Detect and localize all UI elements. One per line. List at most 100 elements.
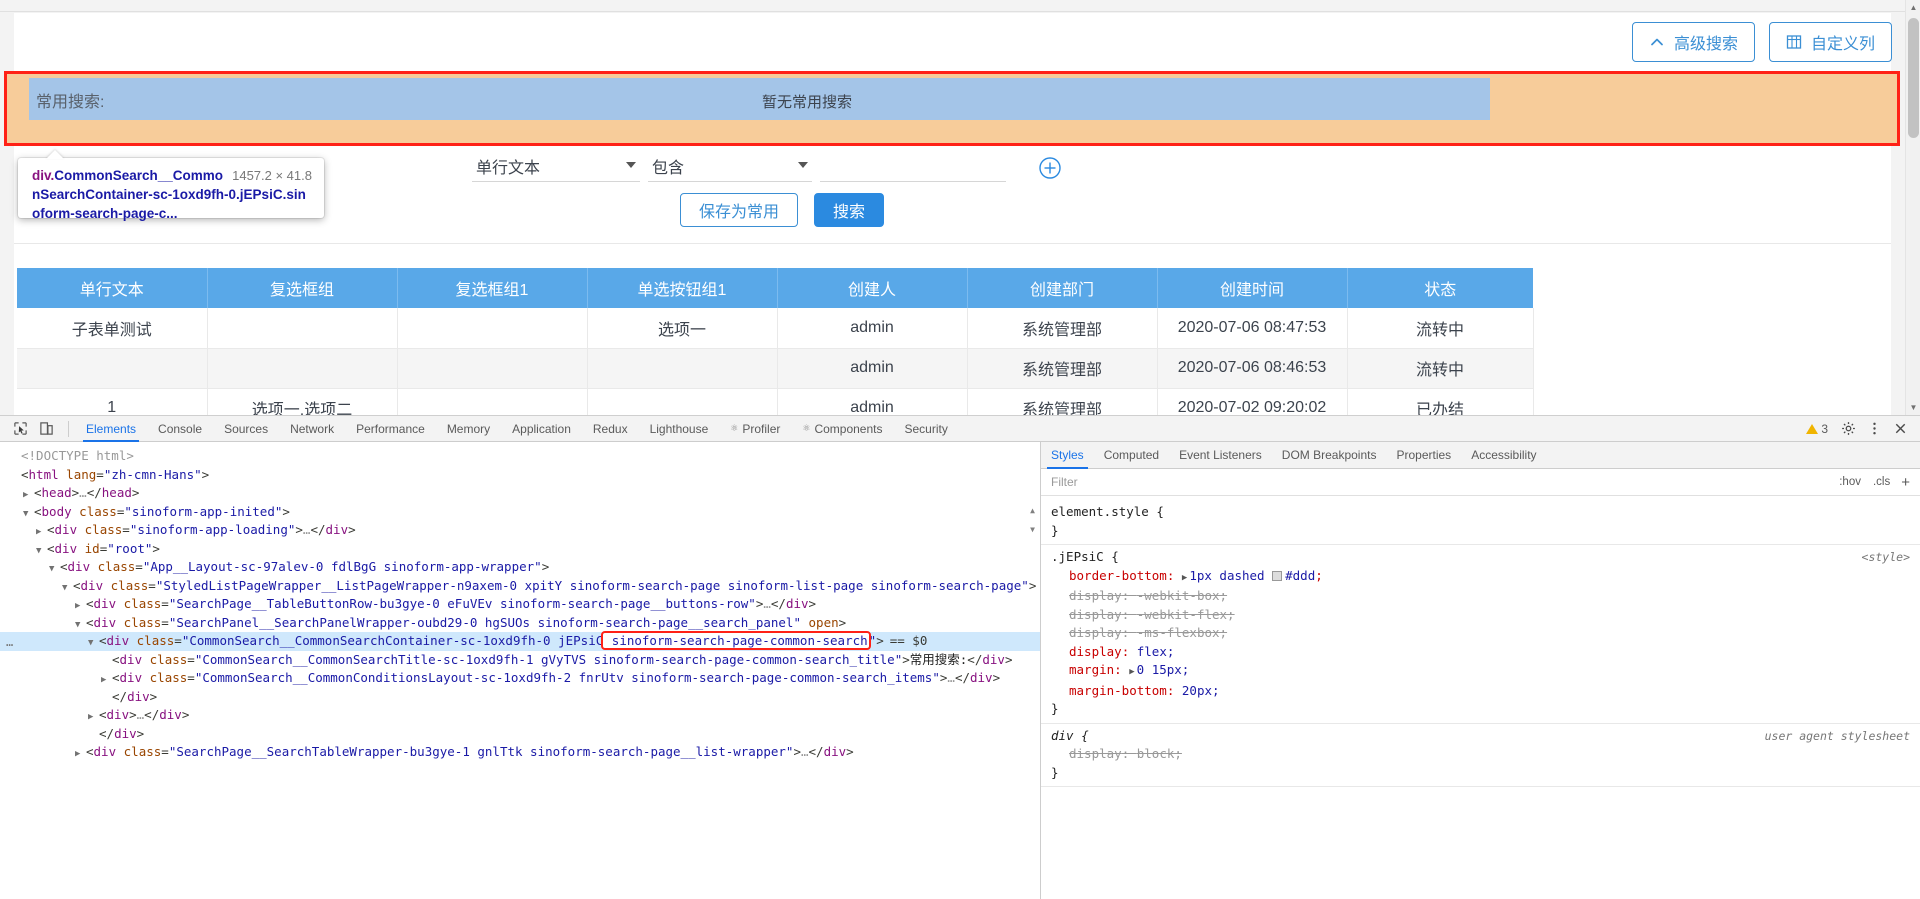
tab-security[interactable]: Security [894, 416, 959, 442]
dom-pane-scrollbar[interactable]: ▲ ▼ [1026, 502, 1039, 534]
table-row[interactable]: admin 系统管理部 2020-07-06 08:46:53 流转中 [17, 348, 1534, 389]
column-header[interactable]: 创建时间 [1157, 268, 1348, 308]
style-declaration[interactable]: display: -webkit-box; [1051, 587, 1920, 606]
style-declaration[interactable]: display: block; [1051, 745, 1920, 764]
scroll-up-arrow-icon[interactable]: ▲ [1030, 502, 1035, 521]
tab-profiler[interactable]: ⚛ Profiler [719, 416, 791, 442]
column-header[interactable]: 复选框组1 [397, 268, 588, 308]
tab-label: Application [512, 421, 571, 436]
custom-columns-button[interactable]: 自定义列 [1768, 22, 1892, 62]
dom-line[interactable]: <div id="root"> [0, 540, 1040, 559]
column-header[interactable]: 单选按钮组1 [587, 268, 778, 308]
dom-line[interactable]: <div class="sinoform-app-loading">…</div… [0, 521, 1040, 540]
react-atom-icon: ⚛ [730, 423, 739, 433]
tab-sources[interactable]: Sources [213, 416, 279, 442]
expand-arrow-icon[interactable]: ▶ [1182, 573, 1187, 583]
scroll-up-arrow-icon[interactable]: ▲ [1906, 0, 1920, 15]
condition-field-select[interactable]: 单行文本 [472, 150, 640, 182]
styles-rules-list[interactable]: element.style { } <style> .jEPsiC { bord… [1041, 496, 1920, 899]
dom-line[interactable]: <div class="StyledListPageWrapper__ListP… [0, 577, 1040, 596]
scroll-down-arrow-icon[interactable]: ▼ [1030, 521, 1035, 540]
elements-dom-tree[interactable]: <!DOCTYPE html> <html lang="zh-cmn-Hans"… [0, 442, 1040, 899]
expand-arrow-icon[interactable]: ▶ [1129, 667, 1134, 677]
dom-line[interactable]: </div> [0, 688, 1040, 707]
column-header[interactable]: 单行文本 [17, 268, 208, 308]
dom-line[interactable]: <div class="SearchPage__TableButtonRow-b… [0, 595, 1040, 614]
dom-line[interactable]: <div class="CommonSearch__CommonSearchTi… [0, 651, 1040, 670]
style-rule[interactable]: element.style { } [1041, 500, 1920, 545]
search-button[interactable]: 搜索 [814, 193, 885, 227]
save-as-common-button[interactable]: 保存为常用 [680, 193, 799, 227]
tab-elements[interactable]: Elements [75, 416, 147, 442]
tab-redux[interactable]: Redux [582, 416, 639, 442]
gear-icon[interactable] [1836, 418, 1860, 440]
styles-filter-input[interactable] [1049, 474, 1831, 490]
style-declaration[interactable]: display: -ms-flexbox; [1051, 624, 1920, 643]
tab-network[interactable]: Network [279, 416, 345, 442]
dom-row-menu-icon[interactable]: … [6, 633, 13, 652]
style-prop-value: 1px dashed [1189, 567, 1265, 583]
dom-line[interactable]: <div class="App__Layout-sc-97alev-0 fdlB… [0, 558, 1040, 577]
style-declaration[interactable]: display: -webkit-flex; [1051, 606, 1920, 625]
table-row[interactable]: 子表单测试 选项一 admin 系统管理部 2020-07-06 08:47:5… [17, 308, 1534, 349]
attr-value: CommonSearch__CommonConditionsLayout-sc-… [202, 670, 933, 685]
condition-operator-select[interactable]: 包含 [648, 150, 812, 182]
column-header[interactable]: 创建人 [777, 268, 968, 308]
column-header[interactable]: 创建部门 [967, 268, 1158, 308]
tab-styles[interactable]: Styles [1041, 442, 1094, 469]
style-prop-name: display [1069, 606, 1122, 622]
tab-console[interactable]: Console [147, 416, 213, 442]
scroll-down-arrow-icon[interactable]: ▼ [1906, 400, 1920, 415]
table-row[interactable]: 1 选项一,选项二 admin 系统管理部 2020-07-02 09:20:0… [17, 388, 1534, 415]
dom-line[interactable]: <head>…</head> [0, 484, 1040, 503]
toggle-hover-state-button[interactable]: :hov [1836, 476, 1864, 488]
device-toolbar-icon[interactable] [34, 418, 58, 440]
inspect-cursor-icon[interactable] [8, 418, 32, 440]
color-swatch[interactable] [1272, 570, 1283, 581]
custom-columns-label: 自定义列 [1810, 36, 1875, 53]
tab-dom-breakpoints[interactable]: DOM Breakpoints [1272, 442, 1387, 469]
new-style-rule-button[interactable]: + [1899, 474, 1912, 491]
tab-event-listeners[interactable]: Event Listeners [1169, 442, 1272, 469]
tab-accessibility[interactable]: Accessibility [1461, 442, 1546, 469]
style-rule[interactable]: <style> .jEPsiC { border-bottom: ▶ 1px da… [1041, 545, 1920, 724]
page-header-actions: 高级搜索 自定义列 [1631, 22, 1892, 62]
tab-performance[interactable]: Performance [345, 416, 436, 442]
tab-components[interactable]: ⚛ Components [791, 416, 893, 442]
inspect-tooltip-dimensions: 1457.2 × 41.8 [232, 168, 312, 183]
style-declaration[interactable]: margin-bottom: 20px; [1051, 682, 1920, 701]
tab-lighthouse[interactable]: Lighthouse [639, 416, 720, 442]
column-header[interactable]: 状态 [1347, 268, 1533, 308]
column-header[interactable]: 复选框组 [207, 268, 398, 308]
table-cell: admin [777, 388, 968, 415]
close-icon[interactable] [1888, 418, 1912, 440]
dom-line[interactable]: <div class="SearchPanel__SearchPanelWrap… [0, 614, 1040, 633]
dom-line[interactable]: <div>…</div> [0, 706, 1040, 725]
toggle-element-classes-button[interactable]: .cls [1870, 476, 1893, 488]
dom-line[interactable]: <div class="SearchPage__SearchTableWrapp… [0, 743, 1040, 762]
dom-line[interactable]: <!DOCTYPE html> [0, 447, 1040, 466]
style-rule[interactable]: user agent stylesheet div { display: blo… [1041, 724, 1920, 787]
tab-memory[interactable]: Memory [436, 416, 501, 442]
add-condition-button[interactable] [1038, 156, 1062, 180]
style-declaration[interactable]: margin: ▶ 0 15px; [1051, 661, 1920, 682]
dom-line[interactable]: <html lang="zh-cmn-Hans"> [0, 466, 1040, 485]
tab-computed[interactable]: Computed [1094, 442, 1169, 469]
tab-label: Lighthouse [649, 421, 709, 436]
page-vertical-scrollbar[interactable]: ▲ ▼ [1905, 0, 1920, 415]
warning-count-badge[interactable]: 3 [1800, 422, 1834, 436]
advanced-search-button[interactable]: 高级搜索 [1631, 22, 1755, 62]
dom-line-selected[interactable]: … <div class="CommonSearch__CommonSearch… [0, 631, 1040, 652]
tab-properties[interactable]: Properties [1386, 442, 1461, 469]
style-declaration[interactable]: border-bottom: ▶ 1px dashed #ddd; [1051, 567, 1920, 588]
kebab-menu-icon[interactable] [1862, 418, 1886, 440]
tab-label: Network [290, 421, 335, 436]
dom-line[interactable]: <body class="sinoform-app-inited"> [0, 503, 1040, 522]
scrollbar-thumb[interactable] [1908, 18, 1919, 138]
tab-application[interactable]: Application [501, 416, 582, 442]
dom-line[interactable]: <div class="CommonSearch__CommonConditio… [0, 669, 1040, 688]
dom-line[interactable]: </div> [0, 725, 1040, 744]
style-declaration[interactable]: display: flex; [1051, 643, 1920, 662]
condition-value-input[interactable] [820, 150, 1006, 182]
tab-label: Performance [356, 421, 425, 436]
